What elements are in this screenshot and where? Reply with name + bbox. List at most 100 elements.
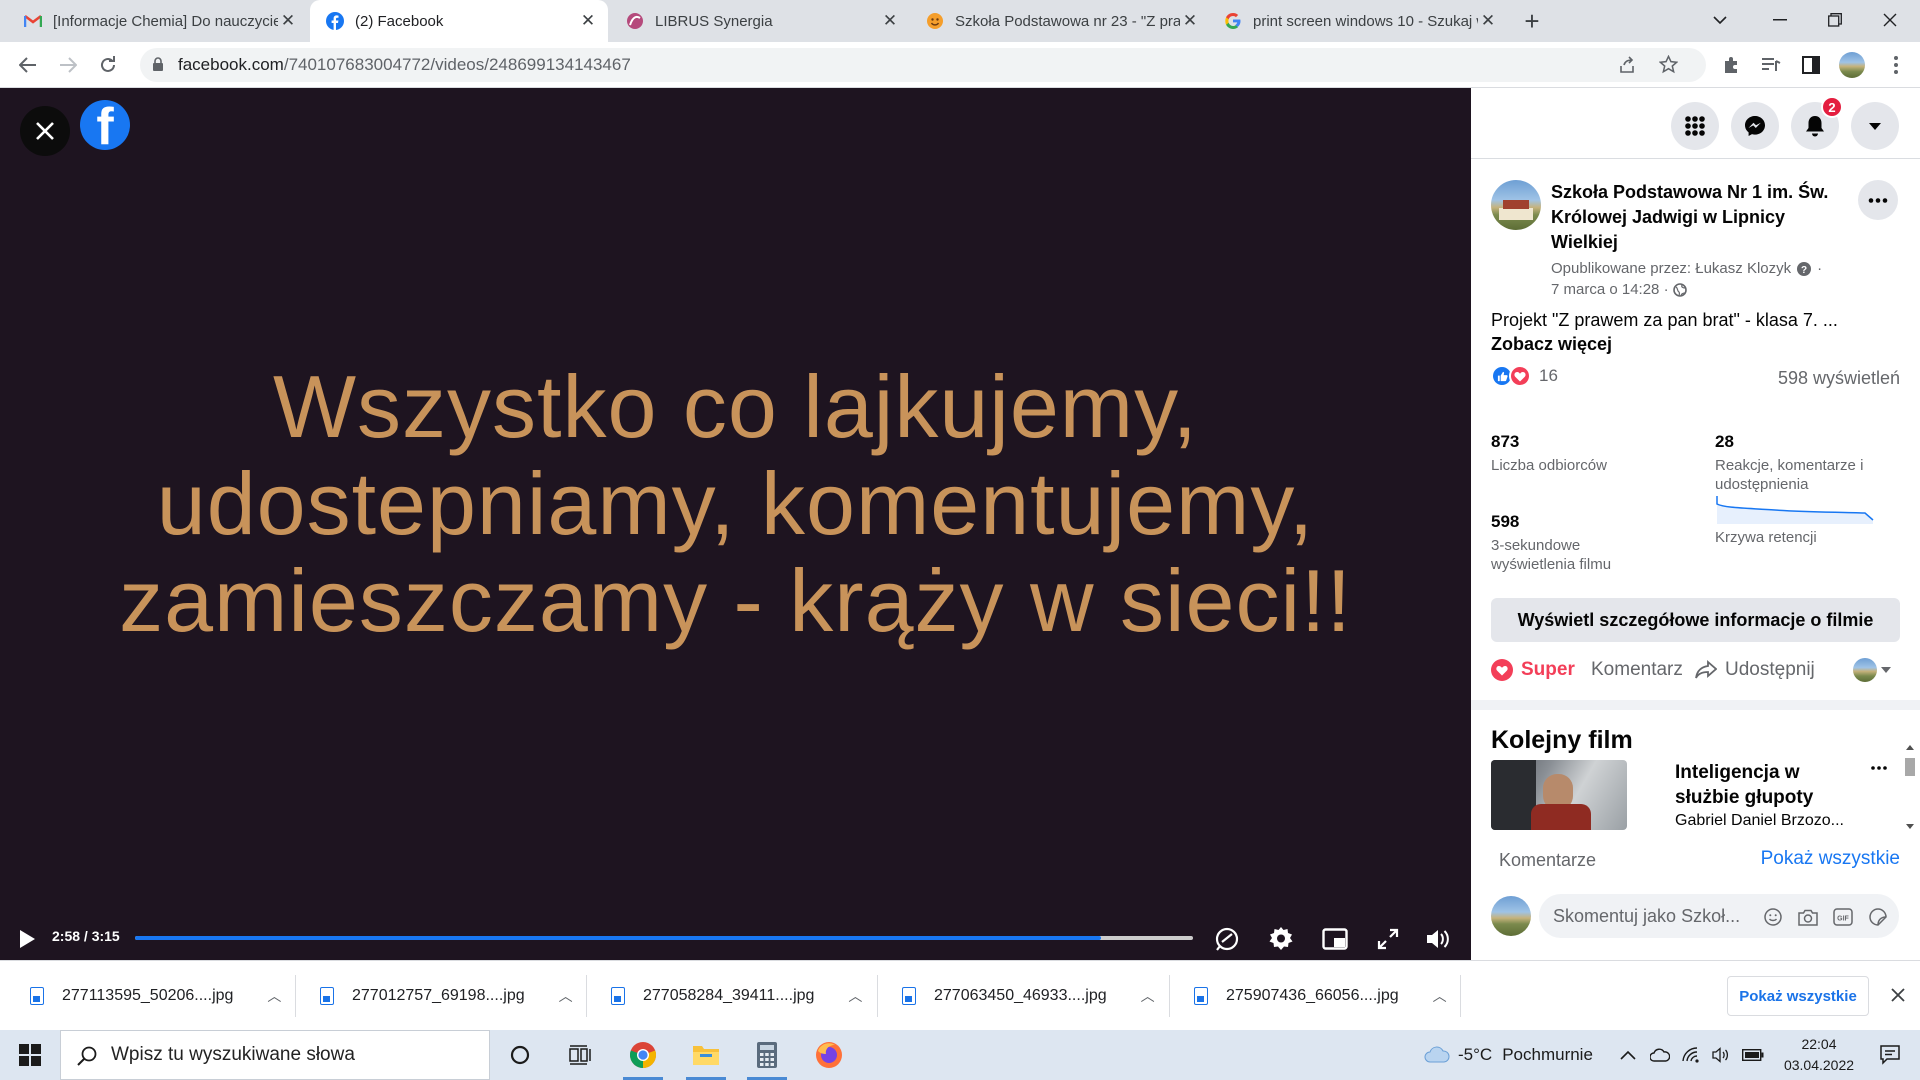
tab-google-search[interactable]: print screen windows 10 - Szukaj w Googl…: [1208, 0, 1508, 42]
video-progress-bar[interactable]: [135, 936, 1193, 940]
close-downloads-button[interactable]: [1886, 983, 1910, 1007]
show-all-downloads-button[interactable]: Pokaż wszystkie: [1727, 976, 1869, 1016]
extensions-button[interactable]: [1715, 49, 1747, 81]
action-center-button[interactable]: [1866, 1030, 1914, 1080]
settings-button[interactable]: [1266, 924, 1296, 954]
messenger-button[interactable]: [1731, 102, 1779, 150]
video-player[interactable]: f Wszystko co lajkujemy, udostepniamy, k…: [0, 88, 1471, 960]
post-date[interactable]: 7 marca o 14:28 ·: [1551, 281, 1669, 298]
close-tab-icon[interactable]: ✕: [880, 11, 900, 31]
notifications-button[interactable]: 2: [1791, 96, 1843, 150]
views3s-label: 3-sekundowe wyświetlenia filmu: [1491, 537, 1612, 573]
gif-icon[interactable]: GIF: [1833, 907, 1853, 927]
browser-menu-button[interactable]: [1880, 49, 1912, 81]
show-all-comments-link[interactable]: Pokaż wszystkie: [1761, 848, 1900, 870]
download-item[interactable]: 277012757_69198....jpg ︿: [320, 961, 573, 1031]
download-item[interactable]: 277063450_46933....jpg ︿: [902, 961, 1155, 1031]
post-options-button[interactable]: [1858, 180, 1898, 220]
fullscreen-button[interactable]: [1373, 924, 1403, 954]
captions-button[interactable]: [1212, 924, 1242, 954]
taskbar-clock[interactable]: 22:04 03.04.2022: [1778, 1034, 1860, 1076]
close-tab-icon[interactable]: ✕: [278, 11, 298, 31]
chevron-up-icon[interactable]: ︿: [1141, 986, 1155, 1006]
kebab-menu-icon: [1894, 56, 1898, 74]
help-icon[interactable]: ?: [1797, 261, 1812, 276]
tab-search-button[interactable]: [1690, 0, 1750, 40]
back-button[interactable]: [12, 49, 44, 81]
chevron-up-icon[interactable]: ︿: [559, 986, 573, 1006]
side-panel-button[interactable]: [1795, 49, 1827, 81]
taskbar-chrome[interactable]: [613, 1030, 673, 1080]
reactions-summary[interactable]: 16: [1491, 364, 1558, 388]
camera-icon[interactable]: [1798, 907, 1818, 927]
download-item[interactable]: 277113595_50206....jpg ︿: [30, 961, 281, 1031]
page-avatar[interactable]: [1491, 180, 1541, 230]
chevron-up-icon[interactable]: ︿: [848, 986, 862, 1006]
image-file-icon: [902, 987, 916, 1005]
window-close-button[interactable]: [1860, 0, 1920, 40]
facebook-logo[interactable]: f: [80, 100, 130, 150]
play-button[interactable]: [12, 924, 42, 954]
next-video-options-button[interactable]: [1871, 760, 1887, 770]
bookmark-star-icon[interactable]: [1659, 55, 1678, 74]
chevron-up-icon[interactable]: ︿: [1433, 986, 1447, 1006]
tab-szkola-23[interactable]: Szkoła Podstawowa nr 23 - "Z prawem ✕: [910, 0, 1210, 42]
super-reaction-button[interactable]: Super: [1491, 652, 1575, 688]
taskbar-search[interactable]: Wpisz tu wyszukiwane słowa: [60, 1030, 490, 1080]
menu-button[interactable]: [1671, 102, 1719, 150]
comment-button[interactable]: Komentarz: [1591, 652, 1683, 688]
new-tab-button[interactable]: +: [1516, 5, 1548, 37]
taskbar-calculator[interactable]: [737, 1030, 797, 1080]
post-as-selector[interactable]: [1853, 652, 1891, 688]
task-view-button[interactable]: [550, 1030, 610, 1080]
tab-librus[interactable]: LIBRUS Synergia ✕: [610, 0, 910, 42]
chevron-up-icon[interactable]: ︿: [267, 986, 281, 1006]
scrollbar[interactable]: [1900, 740, 1920, 834]
weather-widget[interactable]: -5°C Pochmurnie: [1424, 1030, 1593, 1080]
reload-button[interactable]: [92, 49, 124, 81]
restore-button[interactable]: [1805, 0, 1865, 40]
tab-gmail[interactable]: [Informacje Chemia] Do nauczycieli ✕: [8, 0, 308, 42]
speaker-icon[interactable]: [1712, 1047, 1730, 1063]
volume-button[interactable]: [1424, 924, 1454, 954]
retention-curve-graph[interactable]: [1715, 496, 1875, 526]
video-details-button[interactable]: Wyświetl szczegółowe informacje o filmie: [1491, 598, 1900, 642]
battery-icon[interactable]: [1742, 1049, 1764, 1061]
next-video-thumbnail[interactable]: [1491, 760, 1627, 830]
sticker-icon[interactable]: [1868, 907, 1888, 927]
browser-toolbar: facebook.com/740107683004772/videos/2486…: [0, 42, 1920, 88]
download-item[interactable]: 275907436_66056....jpg ︿: [1194, 961, 1447, 1031]
reading-list-button[interactable]: [1755, 49, 1787, 81]
chevron-up-icon[interactable]: [1620, 1050, 1636, 1060]
address-bar[interactable]: facebook.com/740107683004772/videos/2486…: [140, 48, 1706, 82]
close-tab-icon[interactable]: ✕: [1478, 11, 1498, 31]
close-tab-icon[interactable]: ✕: [1180, 11, 1200, 31]
cortana-button[interactable]: [490, 1030, 550, 1080]
minimize-button[interactable]: [1750, 0, 1810, 40]
taskbar-firefox[interactable]: [799, 1030, 859, 1080]
tab-facebook[interactable]: (2) Facebook ✕: [310, 0, 608, 42]
account-button[interactable]: [1851, 102, 1899, 150]
forward-button[interactable]: [52, 49, 84, 81]
divider: [586, 975, 587, 1017]
see-more-link[interactable]: Zobacz więcej: [1491, 334, 1612, 355]
share-icon[interactable]: [1618, 56, 1636, 74]
close-tab-icon[interactable]: ✕: [578, 11, 598, 31]
wifi-icon[interactable]: [1682, 1047, 1700, 1063]
mini-player-button[interactable]: [1320, 924, 1350, 954]
share-button[interactable]: Udostępnij: [1695, 652, 1815, 688]
download-item[interactable]: 277058284_39411....jpg ︿: [611, 961, 862, 1031]
globe-icon: [1672, 282, 1687, 297]
next-video-title[interactable]: Inteligencja w służbie głupoty: [1675, 760, 1855, 810]
taskbar-file-explorer[interactable]: [676, 1030, 736, 1080]
onedrive-icon[interactable]: [1650, 1048, 1670, 1062]
views3s-value: 598: [1491, 512, 1520, 531]
profile-button[interactable]: [1836, 49, 1868, 81]
comment-input[interactable]: Skomentuj jako Szkoł... GIF: [1539, 894, 1899, 938]
next-video-author[interactable]: Gabriel Daniel Brzozo...: [1675, 812, 1844, 830]
close-video-button[interactable]: [20, 106, 70, 156]
start-button[interactable]: [0, 1030, 60, 1080]
video-text-line: Wszystko co lajkujemy,: [273, 357, 1198, 456]
emoji-icon[interactable]: [1763, 907, 1783, 927]
page-name[interactable]: Szkoła Podstawowa Nr 1 im. Św. Królowej …: [1551, 180, 1841, 255]
